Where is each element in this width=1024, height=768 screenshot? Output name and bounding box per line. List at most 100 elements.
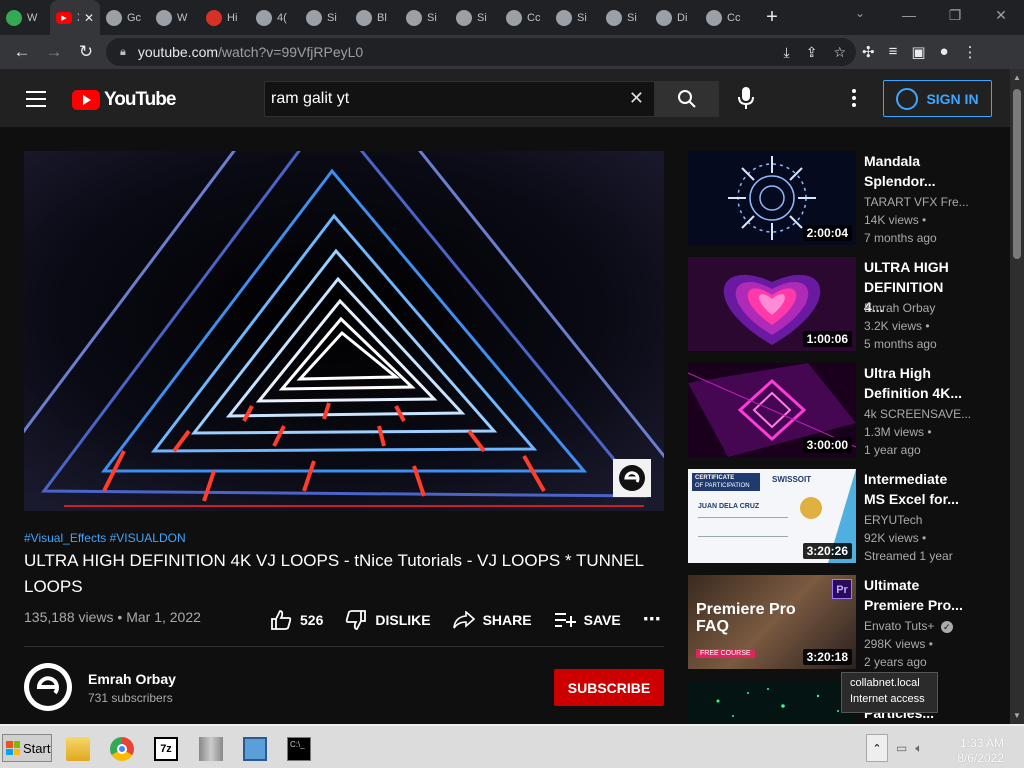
side-panel-icon[interactable]: ▣ <box>911 43 925 61</box>
recommendation-item[interactable]: Pr Premiere Pro FAQ FREE COURSE 3:20:18 … <box>688 575 1010 669</box>
share-button[interactable]: SHARE <box>452 610 532 629</box>
close-tab-icon[interactable]: ✕ <box>84 11 94 25</box>
scroll-down-arrow-icon[interactable]: ▼ <box>1013 711 1021 720</box>
browser-tab[interactable]: 4( <box>250 0 300 35</box>
browser-tab[interactable]: Di <box>650 0 700 35</box>
recommendation-channel[interactable]: Emrah Orbay <box>864 301 935 315</box>
tab-search-chevron-icon[interactable]: ⌄ <box>855 6 865 20</box>
install-app-icon[interactable]: ⤓ <box>784 44 790 61</box>
remote-desktop-icon[interactable] <box>243 737 267 761</box>
browser-tab[interactable]: ▶ X ✕ <box>50 0 100 35</box>
address-bar[interactable]: 🔒︎ youtube.com/watch?v=99VfjRPeyL0 ⤓ ⇪ ☆ <box>106 38 856 66</box>
e-logo-icon <box>619 465 645 491</box>
thumbnail[interactable]: 1:00:06 <box>688 257 856 351</box>
thumbnail[interactable]: 2:00:04 <box>688 151 856 245</box>
restore-button[interactable]: ❐ <box>932 0 978 30</box>
recommendation-item[interactable]: 2:00:04 Mandala Splendor... TARART VFX F… <box>688 151 1010 245</box>
video-hashtags[interactable]: #Visual_Effects #VISUALDON <box>24 531 186 545</box>
back-button[interactable]: ← <box>6 42 38 62</box>
youtube-logo[interactable]: YouTube <box>72 89 176 111</box>
browser-tab[interactable]: Si <box>550 0 600 35</box>
chrome-icon[interactable] <box>110 737 134 761</box>
recommendation-channel[interactable]: Envato Tuts+ ✓ <box>864 619 953 633</box>
sign-in-button[interactable]: SIGN IN <box>883 80 992 117</box>
command-prompt-icon[interactable]: C:\_ <box>287 737 311 761</box>
channel-avatar[interactable] <box>24 663 72 711</box>
media-controls-icon[interactable]: ≡ <box>889 43 898 61</box>
browser-tab[interactable]: W <box>0 0 50 35</box>
clock-date: 8/6/2022 <box>957 751 1004 765</box>
7zip-icon[interactable]: 7z <box>154 737 178 761</box>
share-icon[interactable]: ⇪ <box>806 44 818 61</box>
save-button[interactable]: SAVE <box>554 612 621 628</box>
minimize-button[interactable]: — <box>886 0 932 30</box>
reload-button[interactable]: ↻ <box>70 42 102 62</box>
recommendation-item[interactable]: 3:00:00 Ultra High Definition 4K... 4k S… <box>688 363 1010 457</box>
browser-tab[interactable]: Si <box>600 0 650 35</box>
show-hidden-icons-button[interactable]: ⌃ <box>866 734 888 762</box>
browser-tab[interactable]: Cc <box>500 0 550 35</box>
thumbnail[interactable]: CERTIFICATE OF PARTICIPATION SWISSOIT JU… <box>688 469 856 563</box>
channel-watermark-logo[interactable] <box>613 459 651 497</box>
scroll-up-arrow-icon[interactable]: ▲ <box>1013 73 1021 82</box>
browser-tab[interactable]: Cc <box>700 0 750 35</box>
tab-title: Bl <box>377 11 387 24</box>
clear-search-icon[interactable]: ✕ <box>629 88 644 109</box>
microphone-icon[interactable] <box>738 87 754 109</box>
clock[interactable]: 1:33 AM 8/6/2022 <box>952 736 1004 766</box>
profile-icon[interactable]: ● <box>940 43 949 61</box>
scrollbar-thumb[interactable] <box>1013 89 1021 259</box>
browser-tab[interactable]: Si <box>450 0 500 35</box>
recommendation-title[interactable]: Mandala Splendor... <box>864 151 964 191</box>
bookmark-star-icon[interactable]: ☆ <box>833 44 846 61</box>
recommendation-channel[interactable]: TARART VFX Fre... <box>864 195 969 209</box>
browser-tab[interactable]: Si <box>400 0 450 35</box>
volume-icon[interactable]: 🔈︎ <box>915 741 922 756</box>
search-input[interactable]: ram galit yt ✕ <box>264 81 655 117</box>
start-button[interactable]: Start <box>2 734 52 762</box>
recommendation-title[interactable]: Ultimate Premiere Pro... <box>864 575 964 615</box>
recommendation-item[interactable]: 1:00:06 ULTRA HIGH DEFINITION 4... Emrah… <box>688 257 1010 351</box>
browser-tab[interactable]: Gc <box>100 0 150 35</box>
forward-button[interactable]: → <box>38 42 70 62</box>
extensions-puzzle-icon[interactable]: ✣ <box>862 43 875 61</box>
file-explorer-icon[interactable] <box>66 737 90 761</box>
recommendation-item[interactable]: CERTIFICATE OF PARTICIPATION SWISSOIT JU… <box>688 469 1010 563</box>
globe-icon <box>556 9 572 26</box>
dislike-button[interactable]: DISLIKE <box>345 609 431 630</box>
recommendation-title[interactable]: Ultra High Definition 4K... <box>864 363 964 403</box>
search-button[interactable] <box>655 81 719 117</box>
channel-name[interactable]: Emrah Orbay <box>88 671 176 687</box>
network-icon[interactable]: ▭ <box>896 741 907 755</box>
new-tab-button[interactable]: + <box>758 6 786 29</box>
recommendation-age: 2 years ago <box>864 655 927 669</box>
thumbnail[interactable]: 3:00:00 <box>688 363 856 457</box>
recommendation-title[interactable]: Intermediate MS Excel for... <box>864 469 964 509</box>
browser-tab[interactable]: W <box>150 0 200 35</box>
page-scrollbar[interactable]: ▲ ▼ <box>1010 69 1024 724</box>
recommendation-channel[interactable]: ERYUTech <box>864 513 922 527</box>
verified-check-icon: ✓ <box>940 621 953 633</box>
video-player[interactable] <box>24 151 664 511</box>
recommendation-age: 1 year ago <box>864 443 921 457</box>
menu-hamburger-icon[interactable] <box>26 91 46 112</box>
chrome-menu-icon[interactable]: ⋮ <box>963 43 978 61</box>
thumbnail[interactable] <box>688 681 856 724</box>
thumbnail[interactable]: Pr Premiere Pro FAQ FREE COURSE 3:20:18 <box>688 575 856 669</box>
settings-more-icon[interactable] <box>852 89 856 110</box>
like-button[interactable]: 526 <box>270 609 323 630</box>
close-window-button[interactable]: ✕ <box>978 0 1024 30</box>
url-host: youtube.com <box>137 44 219 60</box>
browser-tab[interactable]: Bl <box>350 0 400 35</box>
server-manager-icon[interactable] <box>199 737 223 761</box>
badge-icon <box>706 9 722 26</box>
recommendation-channel[interactable]: 4k SCREENSAVE... <box>864 407 971 421</box>
subscribe-button[interactable]: SUBSCRIBE <box>554 669 664 706</box>
video-duration: 3:20:18 <box>802 649 852 665</box>
drive-icon <box>6 9 22 26</box>
browser-tab[interactable]: Hi <box>200 0 250 35</box>
playlist-add-icon <box>554 612 576 627</box>
tab-title: Si <box>327 11 337 24</box>
browser-tab[interactable]: Si <box>300 0 350 35</box>
more-actions-button[interactable]: ⋯ <box>643 609 662 630</box>
